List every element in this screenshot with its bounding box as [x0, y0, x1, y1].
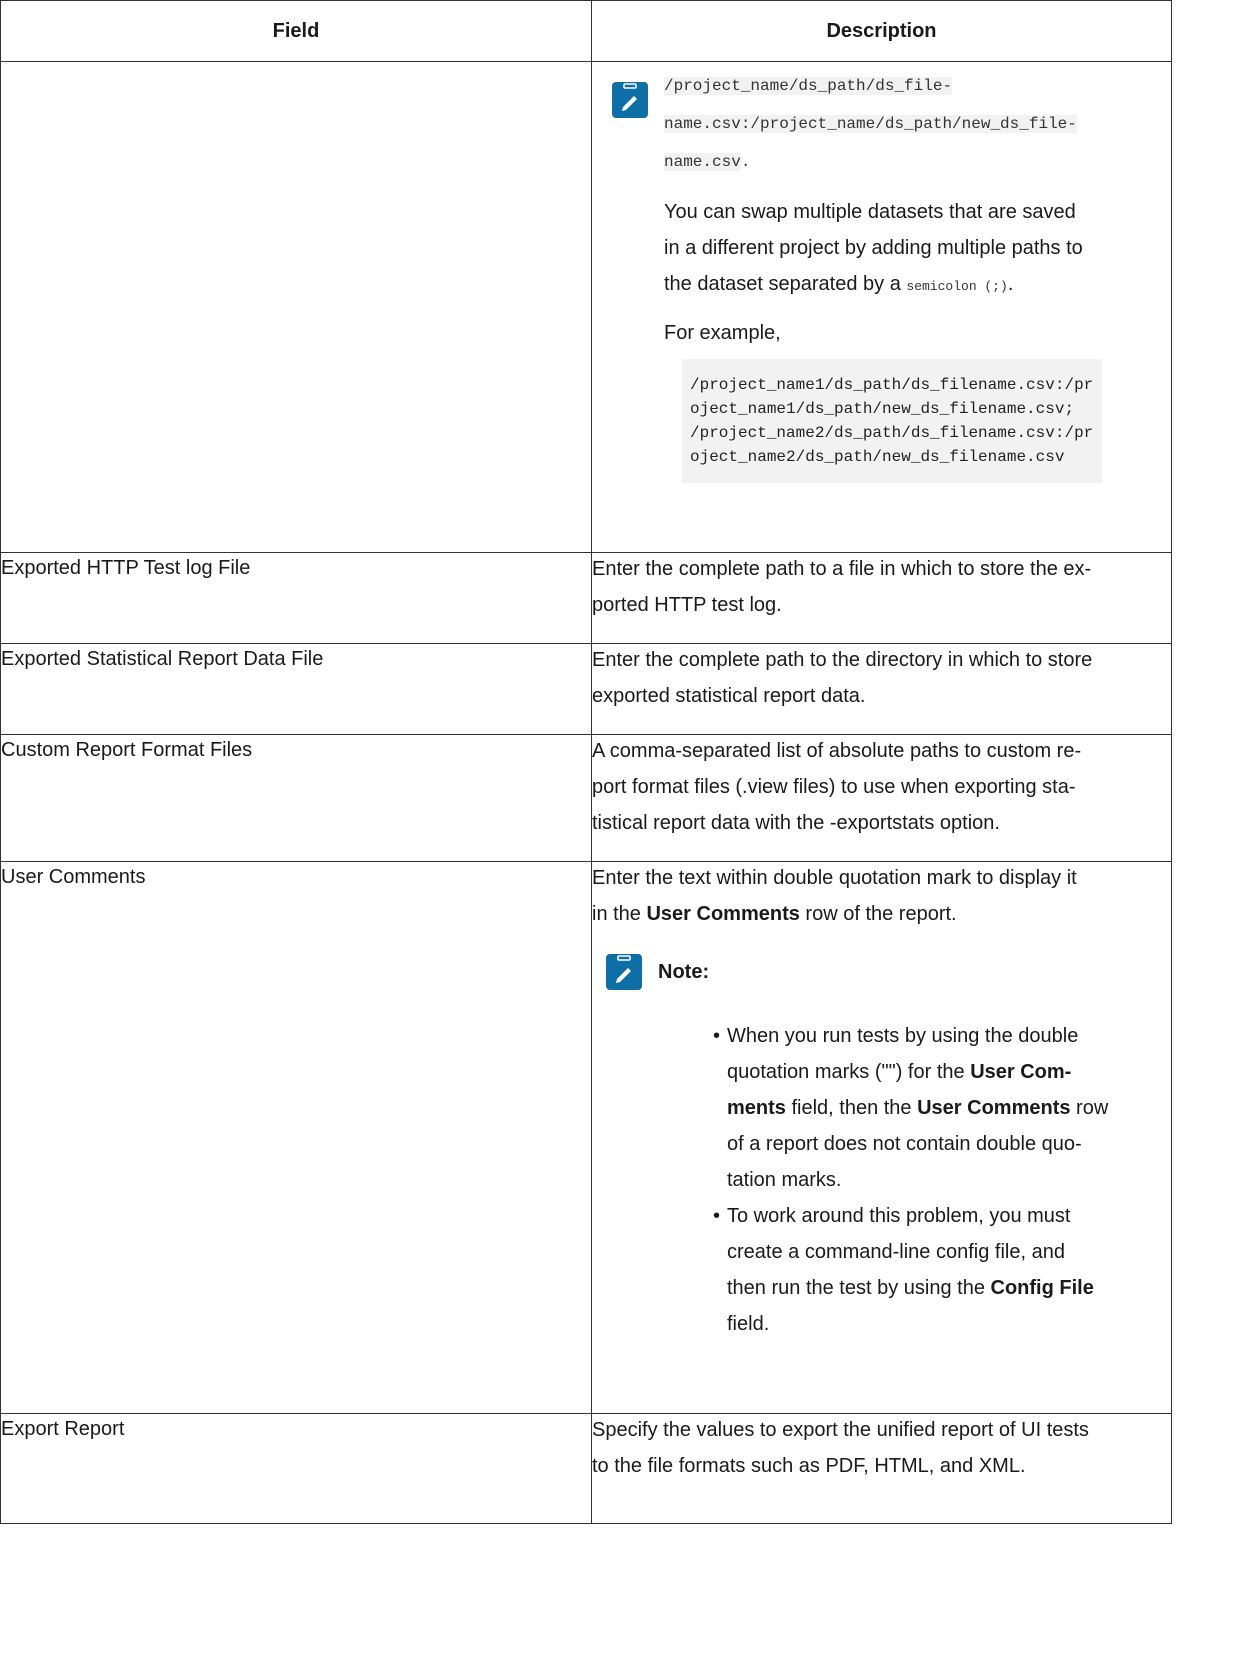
table-row: Exported Statistical Report Data File En… — [0, 643, 1172, 735]
table-row: Custom Report Format Files A comma-separ… — [0, 734, 1172, 862]
description-cell: /project_name/ds_path/ds_file- name.csv:… — [591, 61, 1172, 553]
table-row: Export Report Specify the values to expo… — [0, 1413, 1172, 1524]
field-cell-empty — [0, 61, 592, 553]
field-name: Custom Report Format Files — [0, 734, 592, 862]
note-pencil-icon — [612, 82, 648, 118]
swap-paragraph: You can swap multiple datasets that are … — [664, 201, 1083, 295]
header-field: Field — [0, 0, 592, 62]
table-row: Exported HTTP Test log File Enter the co… — [0, 552, 1172, 644]
list-item: To work around this problem, you must cr… — [713, 1200, 1171, 1340]
table-row: User Comments Enter the text within doub… — [0, 861, 1172, 1414]
path-line-1: /project_name/ds_path/ds_file- — [664, 77, 953, 95]
field-description: Enter the text within double quotation m… — [591, 861, 1172, 1414]
field-name: Exported Statistical Report Data File — [0, 643, 592, 735]
field-description: Enter the complete path to the directory… — [591, 643, 1172, 735]
table-row: /project_name/ds_path/ds_file- name.csv:… — [0, 61, 1172, 553]
list-item: When you run tests by using the double q… — [713, 1020, 1171, 1196]
path-line-3: name.csv. — [664, 153, 751, 171]
note-list: When you run tests by using the double q… — [713, 1020, 1171, 1340]
field-description: Specify the values to export the unified… — [591, 1413, 1172, 1524]
note-pencil-icon — [606, 954, 642, 990]
field-name: Exported HTTP Test log File — [0, 552, 592, 644]
field-description: A comma-separated list of absolute paths… — [591, 734, 1172, 862]
field-name: User Comments — [0, 861, 592, 1414]
example-codeblock: /project_name1/ds_path/ds_filename.csv:/… — [682, 359, 1102, 483]
example-label: For example, — [664, 322, 781, 344]
table-header-row: Field Description — [0, 0, 1172, 62]
note-heading: Note: — [606, 954, 1171, 990]
field-name: Export Report — [0, 1413, 592, 1524]
field-description: Enter the complete path to a file in whi… — [591, 552, 1172, 644]
parameters-table: Field Description /project_name/ds_path/… — [0, 0, 1172, 1524]
path-line-2: name.csv:/project_name/ds_path/new_ds_fi… — [664, 115, 1077, 133]
header-description: Description — [591, 0, 1172, 62]
